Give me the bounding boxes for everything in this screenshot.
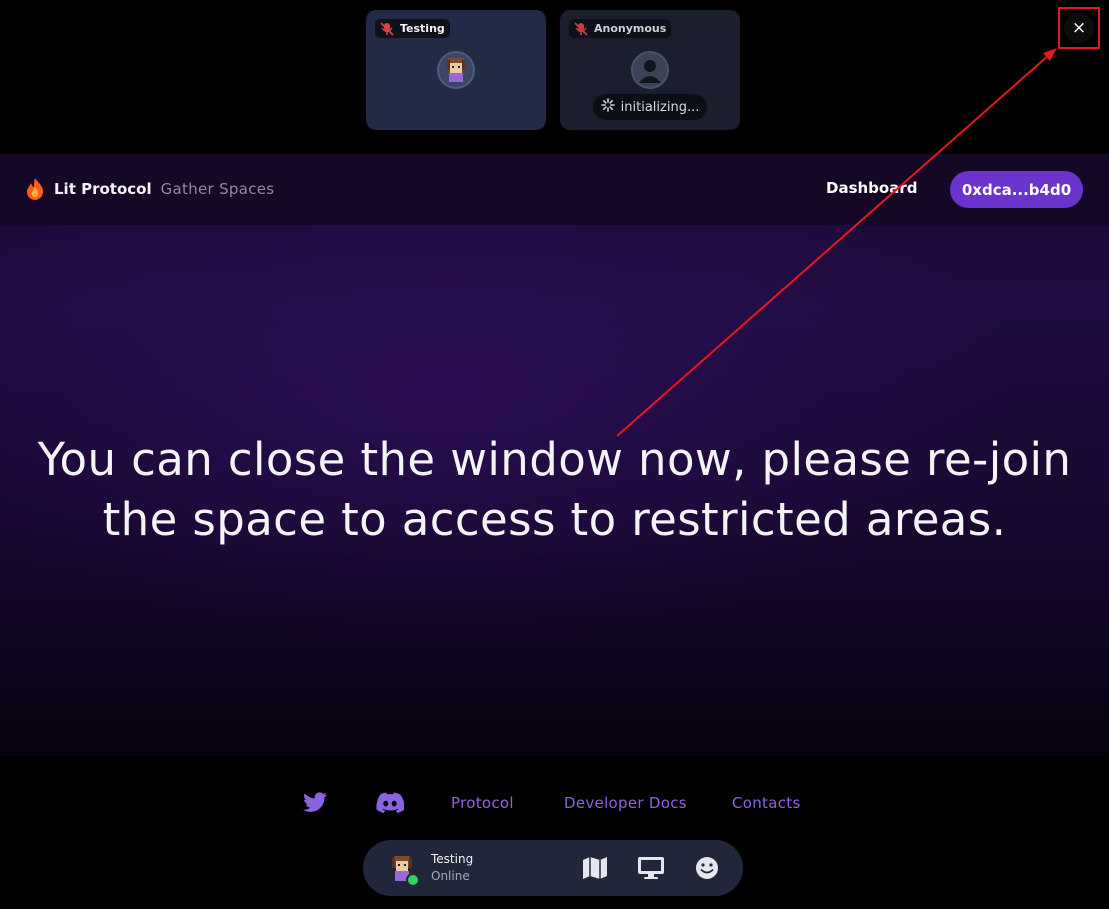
footer-link-contacts[interactable]: Contacts	[732, 794, 801, 812]
online-status-dot	[406, 873, 420, 887]
message-line-2: the space to access to restricted areas.	[102, 493, 1007, 546]
map-icon[interactable]	[581, 855, 609, 885]
brand-subtitle: Gather Spaces	[160, 180, 275, 198]
mic-off-icon	[378, 21, 396, 36]
brand[interactable]: Lit Protocol Gather Spaces	[24, 177, 274, 201]
pixel-avatar-icon	[437, 51, 475, 89]
main-message: You can close the window now, please re-…	[0, 430, 1109, 550]
message-line-1: You can close the window now, please re-…	[37, 433, 1072, 486]
footer: Protocol Developer Docs Contacts	[0, 789, 1109, 819]
embedded-page: Lit Protocol Gather Spaces Dashboard 0xd…	[0, 154, 1109, 756]
participant-name-tag: Anonymous	[569, 19, 672, 38]
dashboard-link[interactable]: Dashboard	[826, 179, 917, 197]
close-glyph: ×	[1071, 18, 1087, 38]
participant-tile-testing[interactable]: Testing	[366, 10, 546, 130]
current-user-name: Testing	[431, 852, 474, 866]
status-initializing: initializing...	[593, 94, 707, 120]
brand-name: Lit Protocol	[54, 180, 152, 198]
current-user-status: Online	[431, 869, 470, 883]
spinner-icon	[600, 98, 615, 116]
navbar: Lit Protocol Gather Spaces Dashboard 0xd…	[0, 154, 1109, 225]
discord-icon[interactable]	[376, 792, 405, 818]
participant-name: Testing	[400, 22, 445, 35]
mic-off-icon	[572, 21, 590, 36]
close-icon[interactable]: ×	[1064, 13, 1094, 43]
flame-logo-icon	[27, 178, 44, 200]
participant-name-tag: Testing	[375, 19, 450, 38]
emoji-icon[interactable]	[694, 855, 720, 885]
default-user-icon	[631, 51, 669, 89]
screen-share-icon[interactable]	[637, 855, 665, 885]
twitter-icon[interactable]	[302, 792, 328, 818]
wallet-address-button[interactable]: 0xdca...b4d0	[950, 171, 1083, 208]
status-text: initializing...	[620, 99, 700, 115]
participant-name: Anonymous	[594, 22, 667, 35]
close-button[interactable]: ×	[1058, 7, 1100, 49]
bottom-toolbar: Testing Online	[363, 840, 743, 896]
footer-link-developer-docs[interactable]: Developer Docs	[564, 794, 687, 812]
footer-link-protocol[interactable]: Protocol	[451, 794, 514, 812]
participant-tile-anonymous[interactable]: Anonymous initializing...	[560, 10, 740, 130]
